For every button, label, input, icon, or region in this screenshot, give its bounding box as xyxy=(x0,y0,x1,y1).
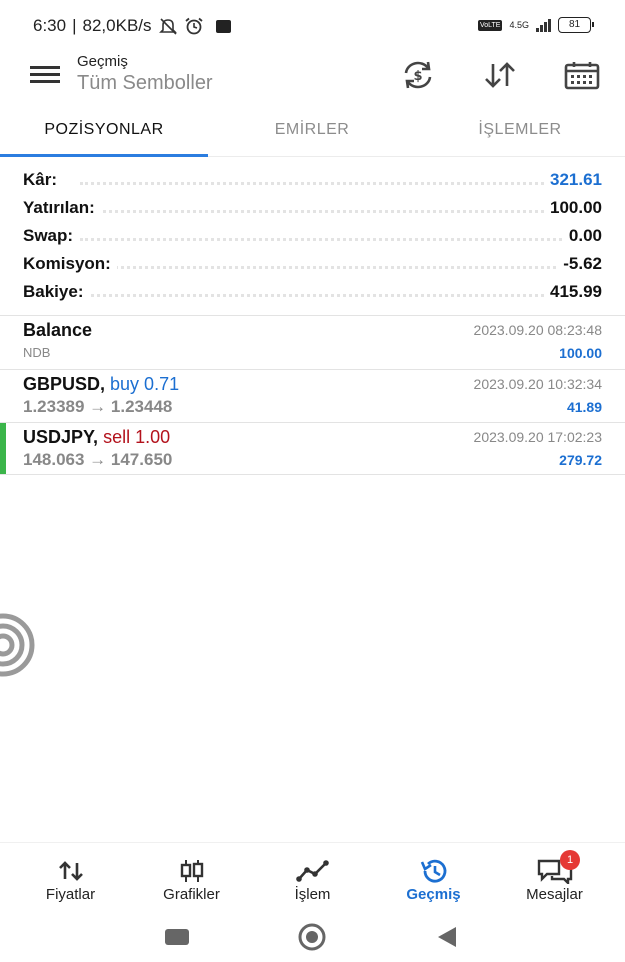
selected-row-marker xyxy=(0,423,6,475)
calendar-icon[interactable] xyxy=(562,58,602,92)
page-subtitle: Geçmiş xyxy=(77,53,128,70)
app-bar: Geçmiş Tüm Semboller $ xyxy=(0,52,625,102)
tab-positions[interactable]: POZİSYONLAR xyxy=(0,112,208,157)
deal-title: GBPUSD, buy 0.71 xyxy=(23,374,179,395)
signal-bars-icon xyxy=(536,18,551,32)
deal-time: 2023.09.20 17:02:23 xyxy=(473,429,602,445)
volte-badge: VoLTE xyxy=(477,19,503,31)
status-left: 6:30 | 82,0KB/s xyxy=(33,16,231,36)
nav-charts[interactable]: Grafikler xyxy=(129,843,254,907)
battery-icon: 81 xyxy=(558,17,594,33)
status-speed: 82,0KB/s xyxy=(82,16,152,35)
menu-icon[interactable] xyxy=(30,66,60,84)
floating-target-icon[interactable] xyxy=(0,612,36,678)
summary-value: 321.61 xyxy=(544,170,602,190)
deal-row-usdjpy[interactable]: USDJPY, sell 1.00 148.063 → 147.650 2023… xyxy=(0,423,625,476)
summary-value: -5.62 xyxy=(557,254,602,274)
deal-direction: sell 1.00 xyxy=(103,427,171,447)
nav-quotes[interactable]: Fiyatlar xyxy=(8,843,133,907)
deal-profit: 100.00 xyxy=(559,345,602,361)
deal-time: 2023.09.20 10:32:34 xyxy=(473,376,602,392)
divider xyxy=(0,474,625,475)
deal-profit: 41.89 xyxy=(566,399,602,415)
svg-text:$: $ xyxy=(413,69,422,84)
status-bar: 6:30 | 82,0KB/s VoLTE 4.5G 81 xyxy=(0,0,625,52)
deal-profit: 279.72 xyxy=(559,452,602,468)
quotes-arrows-icon xyxy=(8,859,133,883)
network-type: 4.5G xyxy=(509,19,529,30)
summary-value: 100.00 xyxy=(544,198,602,218)
dotted-leader xyxy=(80,266,585,269)
trade-line-icon xyxy=(250,859,375,883)
tab-indicator xyxy=(0,154,208,157)
notification-square-icon xyxy=(215,19,231,33)
summary-row-swap: Swap: 0.00 xyxy=(0,224,625,252)
recents-button[interactable] xyxy=(165,929,189,945)
nav-label: Grafikler xyxy=(163,886,220,903)
currency-exchange-icon[interactable]: $ xyxy=(398,58,438,92)
alarm-clock-icon xyxy=(184,17,203,35)
message-count-badge: 1 xyxy=(560,850,580,870)
status-right: VoLTE 4.5G 81 xyxy=(477,17,594,33)
tab-deals[interactable]: İŞLEMLER xyxy=(416,112,624,157)
summary-row-commission: Komisyon: -5.62 xyxy=(0,252,625,280)
summary-label: Kâr: xyxy=(23,170,64,190)
nav-label: Mesajlar xyxy=(526,886,583,903)
status-separator: | xyxy=(72,16,77,35)
history-icon xyxy=(371,859,496,883)
chat-icon xyxy=(492,859,617,884)
bottom-navigation: Fiyatlar Grafikler İşlem Geçmiş 1 Mesajl… xyxy=(0,842,625,906)
status-time: 6:30 xyxy=(33,16,67,35)
deal-direction: buy 0.71 xyxy=(110,374,180,394)
dotted-leader xyxy=(80,210,585,213)
deal-prices: 1.23389 → 1.23448 xyxy=(23,397,173,416)
summary-row-balance: Bakiye: 415.99 xyxy=(0,280,625,308)
back-button[interactable] xyxy=(436,926,458,953)
dotted-leader xyxy=(80,238,585,241)
nav-label: Geçmiş xyxy=(406,886,461,903)
deal-comment: NDB xyxy=(23,345,51,360)
summary-row-profit: Kâr: 321.61 xyxy=(0,168,625,196)
summary-label: Swap: xyxy=(23,226,80,246)
deal-title: Balance xyxy=(23,320,92,341)
muted-bell-icon xyxy=(158,18,177,35)
nav-history[interactable]: Geçmiş xyxy=(371,843,496,907)
page-title[interactable]: Tüm Semboller xyxy=(77,72,213,95)
summary-value: 415.99 xyxy=(544,282,602,302)
summary-label: Yatırılan: xyxy=(23,198,101,218)
tab-bar: POZİSYONLAR EMİRLER İŞLEMLER xyxy=(0,112,625,157)
deal-symbol: Balance xyxy=(23,320,93,340)
nav-trade[interactable]: İşlem xyxy=(250,843,375,907)
dotted-leader xyxy=(80,182,585,185)
candlestick-icon xyxy=(129,859,254,883)
nav-label: Fiyatlar xyxy=(45,886,96,903)
deal-time: 2023.09.20 08:23:48 xyxy=(473,322,602,338)
deal-title: USDJPY, sell 1.00 xyxy=(23,427,170,448)
nav-label: İşlem xyxy=(294,886,331,903)
summary-row-deposit: Yatırılan: 100.00 xyxy=(0,196,625,224)
deal-row-gbpusd[interactable]: GBPUSD, buy 0.71 1.23389 → 1.23448 2023.… xyxy=(0,370,625,423)
summary-label: Bakiye: xyxy=(23,282,90,302)
home-button[interactable] xyxy=(297,923,327,956)
nav-messages[interactable]: 1 Mesajlar xyxy=(492,843,617,907)
sort-icon[interactable] xyxy=(480,58,520,92)
dotted-leader xyxy=(80,294,585,297)
deal-row-balance[interactable]: Balance NDB 2023.09.20 08:23:48 100.00 xyxy=(0,316,625,369)
system-navigation-bar xyxy=(0,915,625,962)
deal-symbol: GBPUSD, xyxy=(23,374,106,394)
tab-orders[interactable]: EMİRLER xyxy=(208,112,416,157)
summary-panel: Kâr: 321.61 Yatırılan: 100.00 Swap: 0.00… xyxy=(0,168,625,308)
deal-prices: 148.063 → 147.650 xyxy=(23,450,173,469)
summary-value: 0.00 xyxy=(562,226,602,246)
deal-symbol: USDJPY, xyxy=(23,427,99,447)
battery-level: 81 xyxy=(568,19,581,30)
summary-label: Komisyon: xyxy=(23,254,117,274)
